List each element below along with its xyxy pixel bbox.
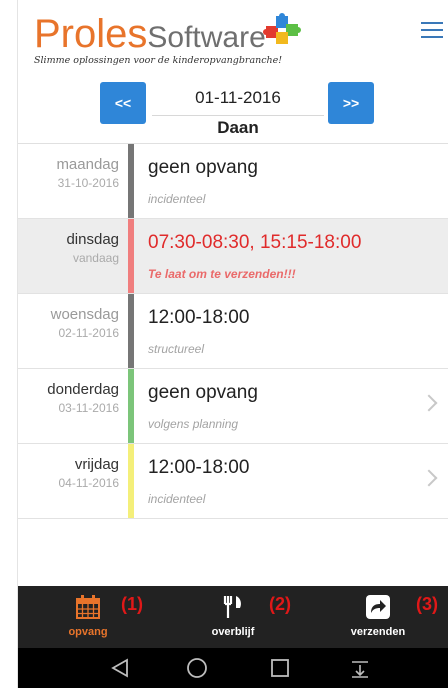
- tab-number-label: (1): [121, 594, 143, 614]
- back-triangle-icon[interactable]: [108, 656, 132, 680]
- day-date: 03-11-2016: [58, 401, 120, 415]
- day-type: structureel: [148, 342, 205, 356]
- day-row-donderdag[interactable]: donderdag 03-11-2016 geen opvang volgens…: [18, 369, 448, 444]
- date-navigator: << 01-11-2016 Daan >>: [18, 82, 448, 144]
- bottom-tab-bar: (1) opvang (2) overblijf (3) verzenden: [18, 586, 448, 648]
- logo-primary-text: Proles: [34, 12, 148, 56]
- previous-week-button[interactable]: <<: [100, 82, 146, 124]
- hamburger-menu-icon[interactable]: [421, 22, 443, 40]
- day-times: 12:00-18:00: [148, 307, 250, 328]
- status-bar: [128, 144, 134, 218]
- next-week-button[interactable]: >>: [328, 82, 374, 124]
- tab-label: overblijf: [211, 626, 255, 638]
- day-row-woensdag: woensdag 02-11-2016 12:00-18:00 structur…: [18, 294, 448, 369]
- logo-secondary-text: Software: [147, 21, 266, 54]
- day-warning: Te laat om te verzenden!!!: [148, 267, 296, 281]
- chevron-right-icon[interactable]: [420, 394, 438, 412]
- status-bar: [128, 294, 134, 368]
- day-row-dinsdag: dinsdag vandaag 07:30-08:30, 15:15-18:00…: [18, 219, 448, 294]
- proles-logo: ProlesSoftware Slimme oplossingen voor d…: [34, 12, 301, 70]
- day-date: 31-10-2016: [57, 176, 119, 190]
- day-type: volgens planning: [148, 417, 239, 431]
- app-screen: ProlesSoftware Slimme oplossingen voor d…: [17, 0, 448, 688]
- tab-verzenden[interactable]: (3) verzenden: [308, 586, 448, 648]
- day-name: woensdag: [50, 306, 119, 323]
- day-times: geen opvang: [148, 382, 258, 403]
- status-bar: [128, 219, 134, 293]
- calendar-icon: [76, 595, 100, 619]
- tab-number-label: (2): [269, 594, 291, 614]
- day-times: 12:00-18:00: [148, 457, 250, 478]
- chevron-right-icon[interactable]: [420, 469, 438, 487]
- day-row-maandag: maandag 31-10-2016 geen opvang incidente…: [18, 144, 448, 219]
- day-list: maandag 31-10-2016 geen opvang incidente…: [18, 144, 448, 519]
- tab-label: verzenden: [350, 626, 406, 638]
- home-circle-icon[interactable]: [185, 656, 209, 680]
- day-type: incidenteel: [148, 192, 206, 206]
- day-row-vrijdag[interactable]: vrijdag 04-11-2016 12:00-18:00 incidente…: [18, 444, 448, 519]
- notification-pulldown-icon[interactable]: [348, 656, 372, 680]
- puzzle-logo-icon: [263, 13, 301, 44]
- tab-opvang[interactable]: (1) opvang: [18, 586, 158, 648]
- tab-number-label: (3): [416, 594, 438, 614]
- day-name: vrijdag: [74, 456, 119, 473]
- tab-label: opvang: [68, 626, 108, 638]
- day-date: vandaag: [72, 251, 119, 265]
- date-field[interactable]: 01-11-2016: [152, 84, 324, 116]
- day-type: incidenteel: [148, 492, 206, 506]
- day-times: 07:30-08:30, 15:15-18:00: [148, 232, 362, 253]
- day-name: donderdag: [47, 381, 119, 398]
- fork-knife-icon: [223, 596, 241, 618]
- tab-overblijf[interactable]: (2) overblijf: [163, 586, 303, 648]
- day-name: dinsdag: [66, 231, 119, 248]
- child-name: Daan: [217, 118, 259, 137]
- day-times: geen opvang: [148, 157, 258, 178]
- recent-apps-square-icon[interactable]: [268, 656, 292, 680]
- status-bar: [128, 444, 134, 518]
- status-bar: [128, 369, 134, 443]
- day-date: 02-11-2016: [58, 326, 120, 340]
- android-nav-bar: [18, 648, 448, 688]
- day-name: maandag: [56, 156, 119, 173]
- day-date: 04-11-2016: [58, 476, 120, 490]
- logo-tagline: Slimme oplossingen voor de kinderopvangb…: [34, 55, 283, 66]
- share-icon: [366, 595, 390, 619]
- header: ProlesSoftware Slimme oplossingen voor d…: [18, 0, 448, 82]
